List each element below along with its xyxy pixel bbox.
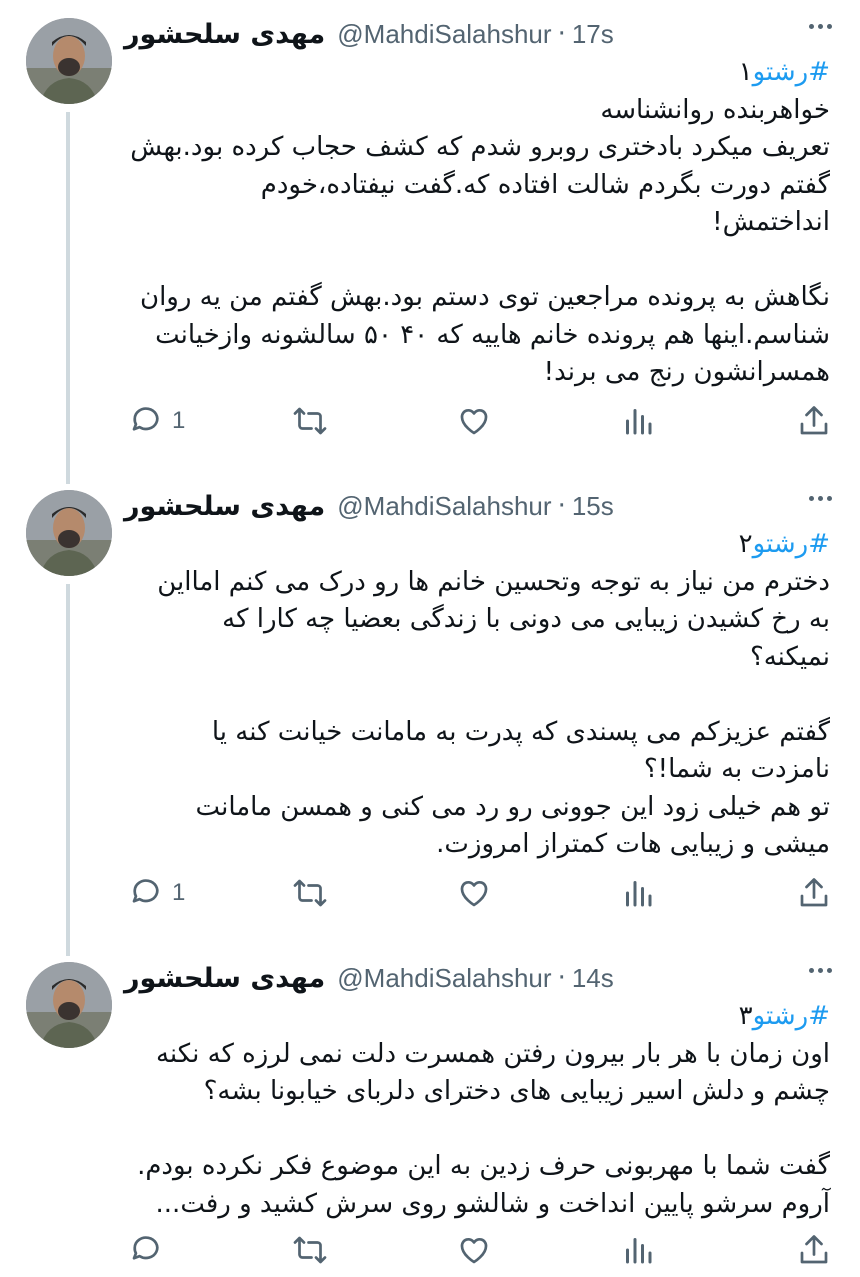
views-icon — [626, 881, 652, 907]
text-line: آروم سرشو پایین انداخت و شالشو روی سرش ک… — [155, 1188, 830, 1219]
action-bar: 1 — [128, 873, 832, 913]
more-icon[interactable] — [809, 968, 832, 973]
separator: · — [557, 19, 566, 49]
hashtag-link[interactable]: #رشتو — [753, 57, 830, 87]
tweet-text: #رشتو۲ دخترم من نیاز به توجه وتحسین خانم… — [128, 526, 830, 864]
text-line: خواهربنده روانشناسه — [600, 94, 830, 125]
text-line: همسرانشون رنج می برند! — [543, 357, 830, 387]
text-line — [128, 676, 830, 714]
reply-count: 1 — [172, 879, 186, 906]
timestamp[interactable]: 15s — [572, 491, 614, 522]
avatar[interactable] — [26, 18, 112, 104]
reply-icon — [132, 407, 159, 431]
text-line — [128, 1111, 830, 1149]
text-line — [128, 242, 830, 280]
views-icon — [626, 1238, 652, 1264]
tweet-text: #رشتو۳ اون زمان با هر بار بیرون رفتن همس… — [128, 998, 830, 1223]
timestamp[interactable]: 14s — [572, 963, 614, 994]
text-line: گفتم دورت بگردم شالت افتاده که.گفت نیفتا… — [260, 169, 830, 200]
like-button[interactable] — [456, 401, 492, 441]
avatar[interactable] — [26, 490, 112, 576]
text-line: شناسم.اینها هم پرونده خانم هاییه که ۴۰ ۵… — [155, 319, 830, 350]
share-button[interactable] — [796, 1230, 832, 1270]
views-button[interactable] — [620, 873, 656, 913]
tweet-text: #رشتو۱ خواهربنده روانشناسه تعریف میکرد ب… — [128, 54, 830, 392]
thread-tag: #رشتو۲ — [128, 526, 830, 564]
text-line: گفتم عزیزکم می پسندی که پدرت به مامانت خ… — [211, 716, 830, 747]
text-line: دخترم من نیاز به توجه وتحسین خانم ها رو … — [157, 566, 830, 597]
like-button[interactable] — [456, 873, 492, 913]
like-button[interactable] — [456, 1230, 492, 1270]
views-icon — [626, 409, 652, 435]
text-line: تو هم خیلی زود این جوونی رو رد می کنی و … — [195, 791, 830, 822]
text-line: تعریف میکرد بادختری روبرو شدم که کشف حجا… — [130, 132, 830, 162]
action-bar — [128, 1230, 832, 1270]
tweet[interactable]: مهدی سلحشور @MahdiSalahshur · 15s #رشتو۲… — [0, 472, 860, 956]
text-line: گفت شما با مهربونی حرف زدین به این موضوع… — [137, 1151, 830, 1181]
display-name[interactable]: مهدی سلحشور — [124, 491, 325, 522]
text-line: نامزدت به شما!؟ — [643, 754, 830, 784]
share-icon — [800, 878, 828, 907]
tweet[interactable]: مهدی سلحشور @MahdiSalahshur · 17s #رشتو۱… — [0, 0, 860, 484]
retweet-icon — [293, 1236, 327, 1264]
separator: · — [557, 491, 566, 521]
reply-button[interactable] — [128, 1230, 172, 1270]
tweet[interactable]: مهدی سلحشور @MahdiSalahshur · 14s #رشتو۳… — [0, 944, 860, 1277]
share-icon — [800, 1235, 828, 1264]
text-line: میشی و زیبایی هات کمتراز امروزت. — [436, 829, 830, 859]
thread-number: ۲ — [738, 529, 753, 559]
thread-tag: #رشتو۳ — [128, 998, 830, 1036]
reply-icon — [132, 1236, 159, 1260]
retweet-icon — [293, 879, 327, 907]
views-button[interactable] — [620, 1230, 656, 1270]
retweet-button[interactable] — [292, 1230, 328, 1270]
thread-number: ۱ — [738, 57, 753, 87]
reply-count: 1 — [172, 407, 186, 434]
reply-button[interactable]: 1 — [128, 873, 185, 913]
reply-button[interactable]: 1 — [128, 401, 185, 441]
like-icon — [460, 1238, 488, 1264]
text-line: انداختمش! — [712, 207, 830, 237]
display-name[interactable]: مهدی سلحشور — [124, 963, 325, 994]
share-button[interactable] — [796, 401, 832, 441]
text-line: به رخ کشیدن زیبایی می دونی با زندگی بعضی… — [222, 604, 830, 634]
more-icon[interactable] — [809, 24, 832, 29]
text-line: نگاهش به پرونده مراجعین توی دستم بود.بهش… — [139, 282, 830, 312]
reply-icon — [132, 879, 159, 903]
like-icon — [460, 409, 488, 435]
text-line: نمیکنه؟ — [749, 641, 830, 672]
share-icon — [800, 406, 828, 435]
thread-number: ۳ — [738, 1001, 753, 1031]
hashtag-link[interactable]: #رشتو — [753, 1001, 830, 1031]
share-button[interactable] — [796, 873, 832, 913]
hashtag-link[interactable]: #رشتو — [753, 529, 830, 559]
thread-line — [66, 112, 70, 484]
user-handle[interactable]: @MahdiSalahshur — [337, 491, 551, 522]
more-icon[interactable] — [809, 496, 832, 501]
text-line: اون زمان با هر بار بیرون رفتن همسرت دلت … — [155, 1038, 830, 1069]
retweet-button[interactable] — [292, 873, 328, 913]
retweet-icon — [293, 407, 327, 435]
timestamp[interactable]: 17s — [572, 19, 614, 50]
text-line: چشم و دلش اسیر زیبایی های دخترای دلربای … — [203, 1076, 830, 1106]
thread-tag: #رشتو۱ — [128, 54, 830, 92]
user-handle[interactable]: @MahdiSalahshur — [337, 19, 551, 50]
action-bar: 1 — [128, 401, 832, 441]
display-name[interactable]: مهدی سلحشور — [124, 19, 325, 50]
views-button[interactable] — [620, 401, 656, 441]
separator: · — [557, 963, 566, 993]
avatar[interactable] — [26, 962, 112, 1048]
like-icon — [460, 881, 488, 907]
thread-line — [66, 584, 70, 956]
retweet-button[interactable] — [292, 401, 328, 441]
user-handle[interactable]: @MahdiSalahshur — [337, 963, 551, 994]
